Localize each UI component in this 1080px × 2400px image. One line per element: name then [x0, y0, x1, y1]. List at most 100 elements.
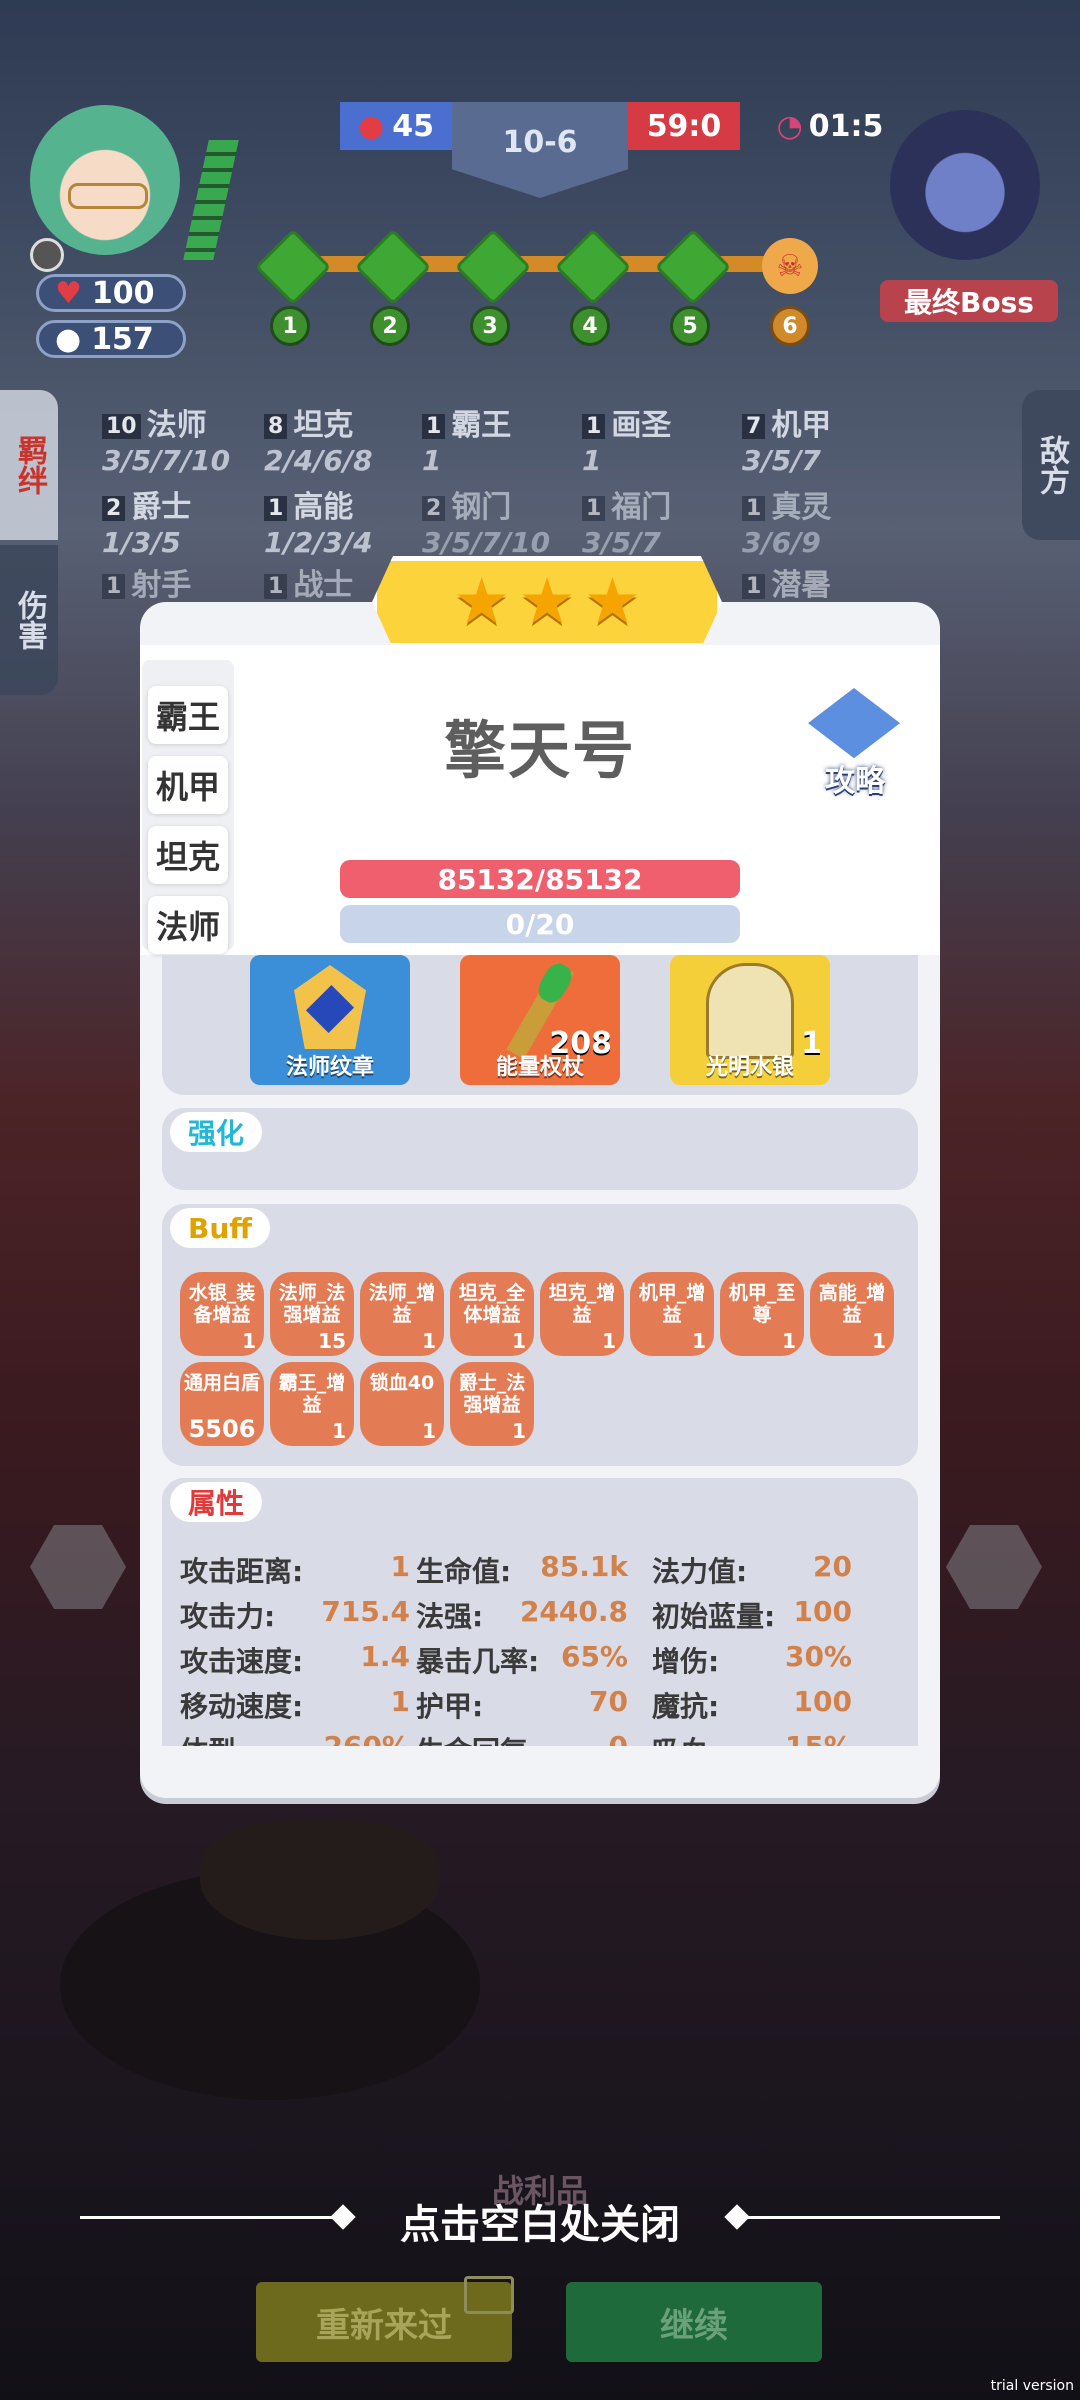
synergy-name: 法师 — [146, 408, 207, 443]
stage-node-label: 3 — [470, 306, 510, 346]
synergy-count: 1 — [102, 574, 126, 599]
synergy-item[interactable]: 7 机甲 3/5/7 — [742, 400, 831, 477]
synergy-steps: 1/2/3/4 — [264, 526, 373, 559]
attr-key: 法力值: — [652, 1555, 748, 1588]
hp-bar-text: 85132/85132 — [437, 862, 643, 896]
buff-chip[interactable]: 爵士_法强增益 1 — [450, 1362, 534, 1446]
close-hint: 点击空白处关闭 — [400, 2202, 680, 2248]
equipment-item[interactable]: 208 能量权杖 — [460, 955, 620, 1085]
attr-attack: 攻击力: 715.4 — [180, 1595, 410, 1635]
buff-count: 1 — [512, 1419, 526, 1443]
timer-value: 01:5 — [808, 108, 884, 144]
score-box: 59:0 — [628, 102, 740, 150]
tab-enemy[interactable]: 敌方 — [1022, 390, 1080, 540]
attr-spell-power: 法强: 2440.8 — [416, 1595, 628, 1635]
player-avatar[interactable] — [30, 105, 180, 255]
attr-key: 移动速度: — [180, 1690, 304, 1723]
stage-node-label: 6 — [770, 306, 810, 346]
buff-chip[interactable]: 机甲_至尊 1 — [720, 1272, 804, 1356]
synergy-steps: 3/5/7 — [582, 526, 661, 559]
buff-count: 1 — [332, 1419, 346, 1443]
synergy-name: 福门 — [611, 490, 672, 525]
synergy-name: 画圣 — [611, 408, 672, 443]
synergy-name: 爵士 — [131, 490, 192, 525]
kills-value: 45 — [392, 108, 434, 144]
buff-chip[interactable]: 霸王_增益 1 — [270, 1362, 354, 1446]
synergy-item[interactable]: 2 爵士 1/3/5 — [102, 482, 191, 559]
attr-key: 法强: — [416, 1600, 484, 1633]
attr-mana: 法力值: 20 — [652, 1550, 852, 1590]
stage-node-label: 4 — [570, 306, 610, 346]
synergy-item[interactable]: 10 法师 3/5/7/10 — [102, 400, 230, 477]
buff-chip[interactable]: 水银_装备增益 1 — [180, 1272, 264, 1356]
equipment-item[interactable]: 法师纹章 — [250, 955, 410, 1085]
attr-value: 2440.8 — [519, 1595, 628, 1628]
attr-damage-bonus: 增伤: 30% — [652, 1640, 852, 1680]
synergy-name: 钢门 — [451, 490, 512, 525]
synergy-item[interactable]: 1 战士 — [264, 560, 353, 604]
boss-label: 最终Boss — [880, 280, 1058, 322]
synergy-item[interactable]: 1 潜暑 — [742, 560, 831, 604]
synergy-item[interactable]: 1 真灵 3/6/9 — [742, 482, 831, 559]
attr-key: 体型: — [180, 1735, 247, 1746]
continue-button[interactable]: 继续 — [566, 2282, 822, 2362]
attr-lifesteal: 吸血: 15% — [652, 1730, 852, 1746]
buff-chip[interactable]: 法师_法强增益 15 — [270, 1272, 354, 1356]
equipment-label: 光明水银 — [705, 1055, 794, 1080]
buff-count: 1 — [242, 1329, 256, 1353]
guide-button[interactable]: 攻略 — [800, 688, 910, 799]
synergy-steps: 3/5/7/10 — [102, 444, 231, 477]
attr-value: 85.1k — [540, 1550, 628, 1583]
synergy-item[interactable]: 1 画圣 1 — [582, 400, 671, 477]
settings-gear-icon[interactable] — [30, 238, 64, 272]
buff-name: 高能_增益 — [818, 1282, 886, 1326]
hero-tag: 霸王 — [148, 686, 228, 744]
synergy-item[interactable]: 1 霸王 1 — [422, 400, 511, 477]
buff-chip[interactable]: 坦克_增益 1 — [540, 1272, 624, 1356]
buff-title: Buff — [170, 1208, 270, 1248]
synergy-steps: 3/5/7/10 — [422, 526, 551, 559]
heart-icon: ♥ — [55, 275, 82, 311]
equipment-item[interactable]: 1 光明水银 — [670, 955, 830, 1085]
buff-chip[interactable]: 高能_增益 1 — [810, 1272, 894, 1356]
buff-chip[interactable]: 机甲_增益 1 — [630, 1272, 714, 1356]
buff-chip[interactable]: 法师_增益 1 — [360, 1272, 444, 1356]
enhance-section — [162, 1108, 918, 1190]
buff-name: 爵士_法强增益 — [458, 1372, 526, 1416]
synergy-count: 1 — [422, 414, 446, 439]
boss-skull-icon: ☠ — [762, 238, 818, 294]
synergy-name: 真灵 — [771, 490, 832, 525]
tab-damage[interactable]: 伤害 — [0, 545, 58, 695]
attr-value: 1 — [390, 1685, 410, 1718]
boss-avatar[interactable] — [890, 110, 1040, 260]
synergy-count: 8 — [264, 414, 288, 439]
synergy-count: 1 — [582, 414, 606, 439]
synergy-count: 7 — [742, 414, 766, 439]
attr-value: 30% — [784, 1640, 852, 1673]
attr-attack-speed: 攻击速度: 1.4 — [180, 1640, 410, 1680]
buff-chip[interactable]: 坦克_全体增益 1 — [450, 1272, 534, 1356]
attr-key: 攻击速度: — [180, 1645, 304, 1678]
buff-chip[interactable]: 通用白盾 5506 — [180, 1362, 264, 1446]
buff-chip[interactable]: 锁血40 1 — [360, 1362, 444, 1446]
synergy-item[interactable]: 1 高能 1/2/3/4 — [264, 482, 373, 559]
synergy-item[interactable]: 8 坦克 2/4/6/8 — [264, 400, 373, 477]
attr-value: 100 — [793, 1595, 852, 1628]
equipment-label: 法师纹章 — [285, 1055, 374, 1080]
synergy-name: 高能 — [293, 490, 354, 525]
attr-key: 攻击距离: — [180, 1555, 304, 1588]
synergy-item[interactable]: 1 福门 3/5/7 — [582, 482, 671, 559]
synergy-name: 战士 — [293, 568, 354, 603]
retry-button[interactable]: 重新来过 — [256, 2276, 514, 2362]
attr-value: 15% — [785, 1730, 852, 1746]
attr-key: 护甲: — [416, 1690, 484, 1723]
buff-count: 15 — [318, 1329, 346, 1353]
tab-synergy[interactable]: 羁绊 — [0, 390, 58, 540]
stage-node-label: 5 — [670, 306, 710, 346]
attr-value: 715.4 — [321, 1595, 410, 1628]
synergy-item[interactable]: 2 钢门 3/5/7/10 — [422, 482, 550, 559]
stage-node-label: 2 — [370, 306, 410, 346]
synergy-item[interactable]: 1 射手 — [102, 560, 191, 604]
attr-value: 260% — [323, 1730, 410, 1746]
timer-box: ◔ 01:5 — [770, 102, 890, 150]
